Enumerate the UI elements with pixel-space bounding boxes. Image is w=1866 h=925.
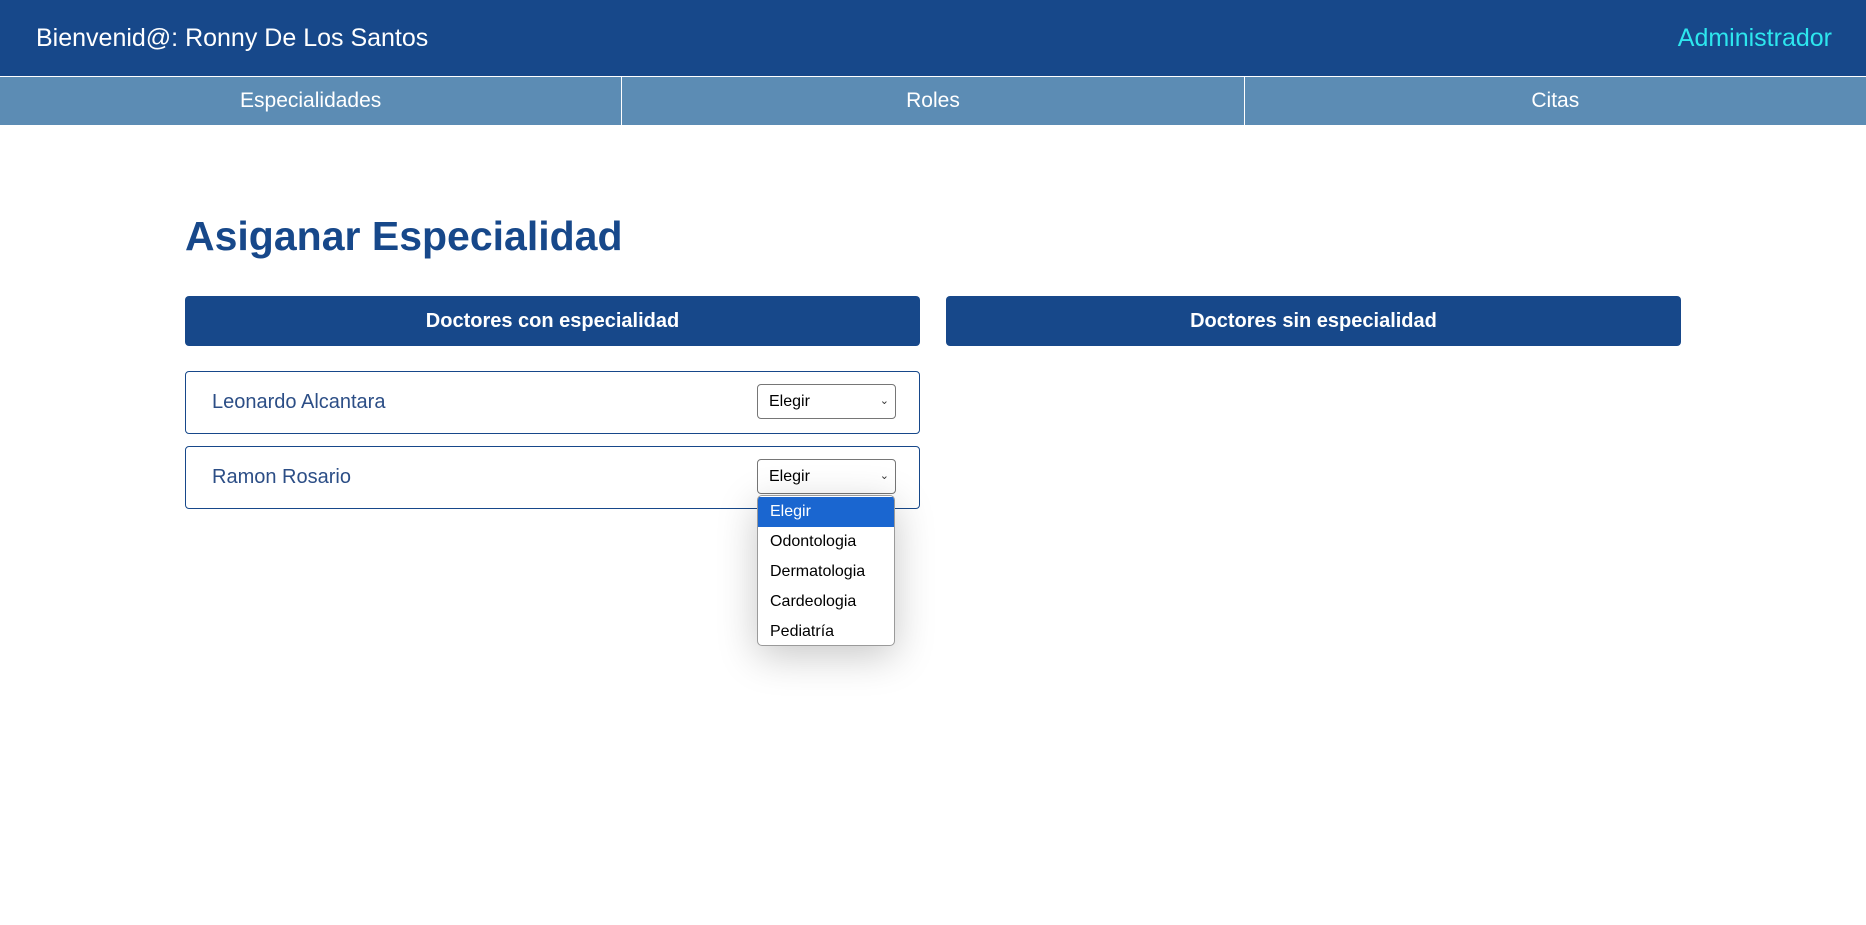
page-title: Asiganar Especialidad — [185, 213, 623, 259]
chevron-down-icon: ⌄ — [879, 470, 889, 482]
dropdown-option[interactable]: Dermatologia — [758, 557, 894, 587]
nav-item-especialidades[interactable]: Especialidades — [0, 77, 623, 125]
dropdown-option[interactable]: Odontologia — [758, 527, 894, 557]
user-role-label[interactable]: Administrador — [1678, 22, 1832, 54]
dropdown-option[interactable]: Elegir — [758, 497, 894, 527]
specialty-select-value: Elegir — [769, 393, 810, 410]
doctor-card: Leonardo Alcantara Elegir ⌄ — [185, 371, 920, 434]
specialty-select[interactable]: Elegir ⌄ — [757, 384, 896, 419]
main-nav: Especialidades Roles Citas — [0, 77, 1866, 125]
chevron-down-icon: ⌄ — [879, 395, 889, 407]
nav-item-citas[interactable]: Citas — [1245, 77, 1866, 125]
doctors-without-specialty-header: Doctores sin especialidad — [946, 296, 1681, 346]
welcome-text: Bienvenid@: Ronny De Los Santos — [36, 24, 429, 52]
top-header: Bienvenid@: Ronny De Los Santos Administ… — [0, 0, 1866, 76]
doctor-name: Ramon Rosario — [212, 466, 351, 488]
doctor-name: Leonardo Alcantara — [212, 391, 386, 413]
nav-item-roles[interactable]: Roles — [622, 77, 1245, 125]
specialty-dropdown-list: Elegir Odontologia Dermatologia Cardeolo… — [757, 495, 895, 646]
dropdown-option[interactable]: Cardeologia — [758, 587, 894, 617]
specialty-select-value: Elegir — [769, 468, 810, 485]
doctors-with-specialty-header: Doctores con especialidad — [185, 296, 920, 346]
dropdown-option[interactable]: Pediatría — [758, 617, 894, 645]
specialty-select[interactable]: Elegir ⌄ — [757, 459, 896, 494]
